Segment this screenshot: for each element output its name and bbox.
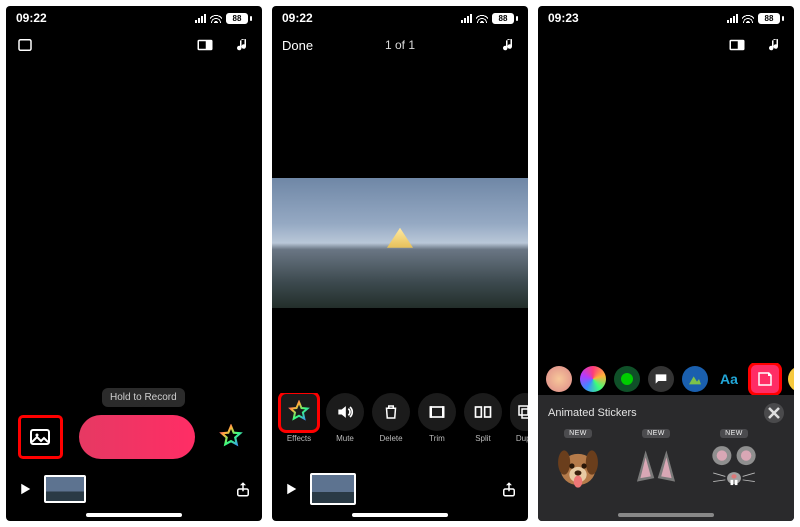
- library-button[interactable]: [20, 417, 61, 457]
- battery-icon: 88: [758, 13, 784, 24]
- drawer-title: Animated Stickers: [548, 407, 637, 419]
- category-captions[interactable]: [648, 366, 674, 392]
- share-icon[interactable]: [500, 480, 518, 498]
- video-preview[interactable]: [272, 178, 528, 308]
- record-button[interactable]: [79, 415, 195, 459]
- battery-icon: 88: [226, 13, 252, 24]
- tool-label: Dupli: [516, 434, 528, 443]
- status-bar: 09:22 88: [272, 6, 528, 30]
- clip-thumbnail[interactable]: [44, 475, 86, 503]
- signal-icon: [195, 13, 206, 23]
- home-indicator: [618, 513, 714, 517]
- clip-thumbnail[interactable]: [310, 473, 356, 505]
- done-button[interactable]: Done: [282, 38, 313, 53]
- music-icon[interactable]: [500, 36, 518, 54]
- home-indicator: [352, 513, 448, 517]
- record-tooltip: Hold to Record: [102, 388, 185, 407]
- screen-stickers: 09:23 88 Aa Animated Stickers: [538, 6, 794, 521]
- tool-mute[interactable]: Mute: [326, 393, 364, 443]
- sticker-cat-ears[interactable]: NEW: [626, 429, 686, 492]
- play-button[interactable]: [282, 480, 300, 498]
- status-time: 09:22: [282, 11, 313, 25]
- tool-trim[interactable]: Trim: [418, 393, 456, 443]
- tool-label: Delete: [379, 434, 402, 443]
- sticker-drawer: Animated Stickers NEW NEW: [538, 395, 794, 521]
- category-text[interactable]: Aa: [716, 366, 742, 392]
- navbar: Done 1 of 1: [272, 30, 528, 60]
- category-clips[interactable]: [614, 366, 640, 392]
- tool-label: Mute: [336, 434, 354, 443]
- tool-label: Trim: [429, 434, 445, 443]
- project-icon[interactable]: [16, 36, 34, 54]
- share-icon[interactable]: [234, 480, 252, 498]
- new-badge: NEW: [720, 429, 748, 438]
- status-time: 09:22: [16, 11, 47, 25]
- wifi-icon: [210, 13, 222, 23]
- category-emoji[interactable]: [788, 366, 794, 392]
- wifi-icon: [476, 13, 488, 23]
- tool-effects[interactable]: Effects: [280, 393, 318, 443]
- sticker-mouse[interactable]: NEW: [704, 429, 764, 492]
- category-memoji[interactable]: [546, 366, 572, 392]
- sticker-dog[interactable]: NEW: [548, 429, 608, 492]
- wifi-icon: [742, 13, 754, 23]
- navbar: [6, 30, 262, 60]
- battery-icon: 88: [492, 13, 518, 24]
- close-icon[interactable]: [764, 403, 784, 423]
- category-animated-stickers[interactable]: [750, 364, 780, 394]
- aspect-ratio-icon[interactable]: [196, 36, 214, 54]
- screen-edit: 09:22 88 Done 1 of 1 Effects Mute: [272, 6, 528, 521]
- effects-button[interactable]: [213, 419, 248, 455]
- aspect-ratio-icon[interactable]: [728, 36, 746, 54]
- new-badge: NEW: [564, 429, 592, 438]
- home-indicator: [86, 513, 182, 517]
- status-time: 09:23: [548, 11, 579, 25]
- tool-duplicate[interactable]: Dupli: [510, 393, 528, 443]
- status-bar: 09:22 88: [6, 6, 262, 30]
- music-icon[interactable]: [234, 36, 252, 54]
- signal-icon: [461, 13, 472, 23]
- effect-category-row: Aa: [538, 363, 794, 395]
- tool-label: Effects: [287, 434, 311, 443]
- tool-label: Split: [475, 434, 491, 443]
- new-badge: NEW: [642, 429, 670, 438]
- category-scenes[interactable]: [682, 366, 708, 392]
- signal-icon: [727, 13, 738, 23]
- status-bar: 09:23 88: [538, 6, 794, 30]
- tool-split[interactable]: Split: [464, 393, 502, 443]
- screen-record: 09:22 88 Hold to Record: [6, 6, 262, 521]
- category-filters[interactable]: [580, 366, 606, 392]
- navbar: [538, 30, 794, 60]
- tool-delete[interactable]: Delete: [372, 393, 410, 443]
- music-icon[interactable]: [766, 36, 784, 54]
- tool-row: Effects Mute Delete Trim Split Dupli: [272, 393, 528, 459]
- play-button[interactable]: [16, 480, 34, 498]
